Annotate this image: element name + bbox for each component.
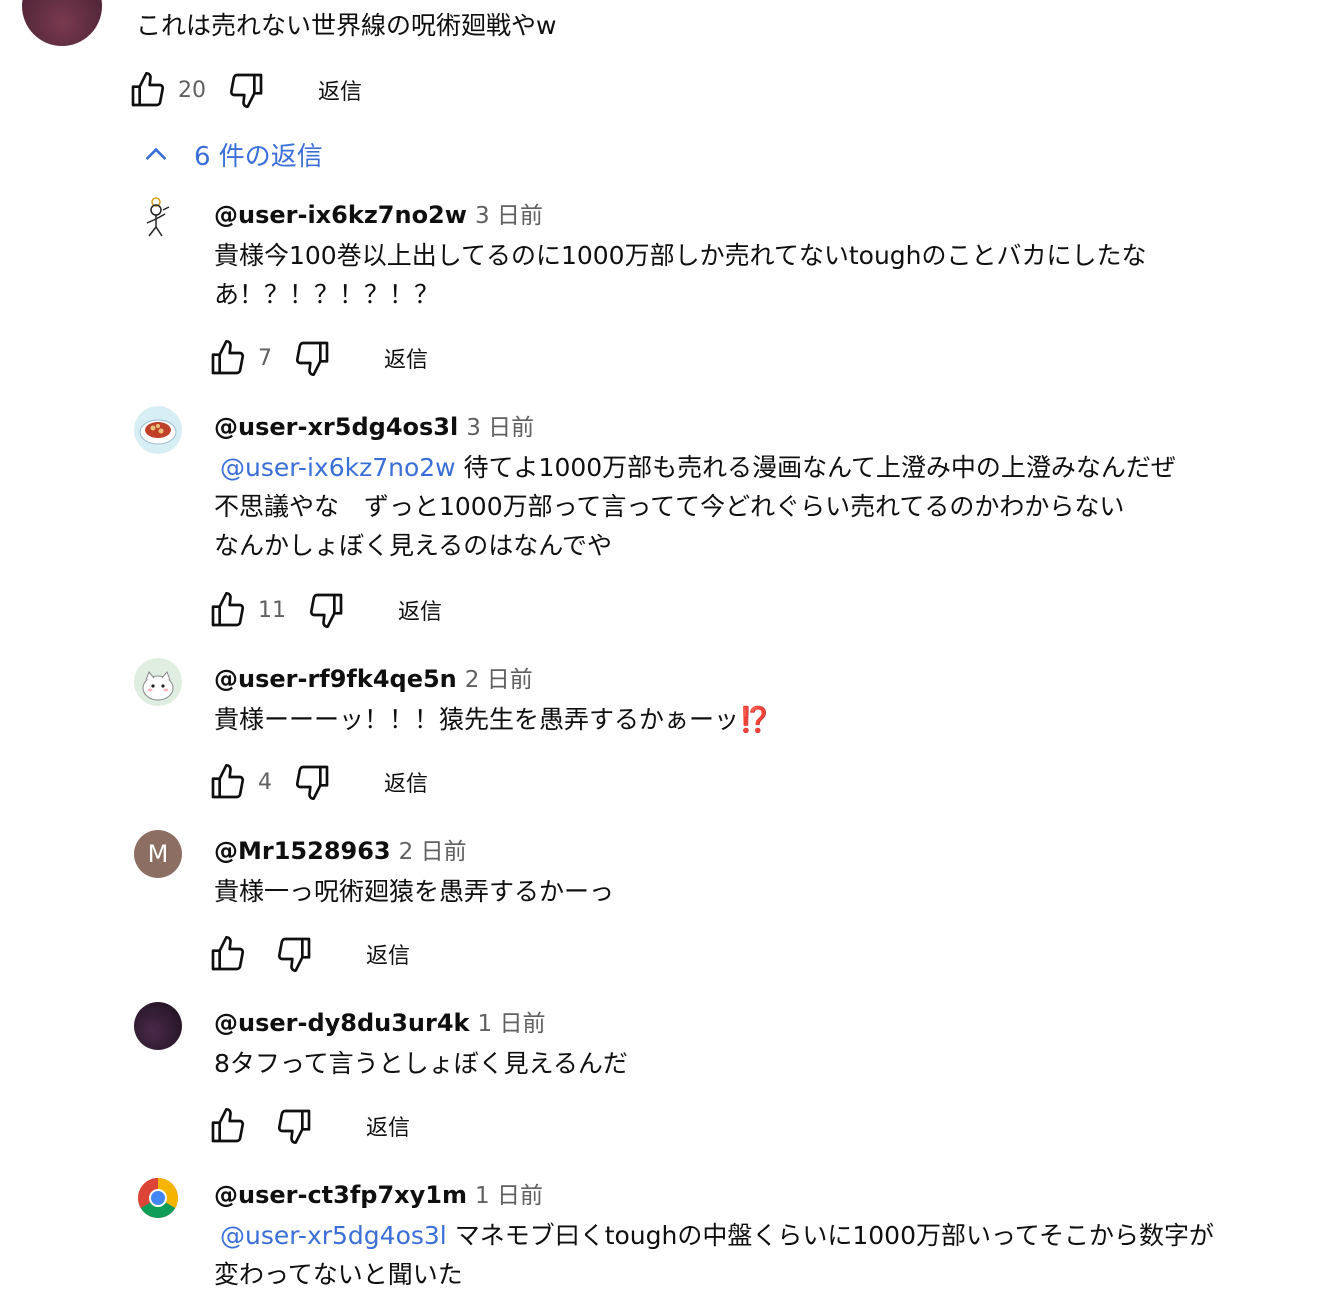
reply-avatar[interactable] xyxy=(134,658,182,706)
reply-avatar[interactable] xyxy=(134,192,182,240)
top-comment-text: これは売れない世界線の呪術廻戦やw xyxy=(136,11,557,40)
reply-time: 2 日前 xyxy=(398,839,467,865)
avatar-letter: M xyxy=(147,840,169,868)
thumbs-down-icon[interactable] xyxy=(274,1106,314,1146)
reply-avatar[interactable]: M xyxy=(134,830,182,878)
reply-button[interactable]: 返信 xyxy=(384,342,428,374)
thumbs-down-icon[interactable] xyxy=(292,762,332,802)
reply-button[interactable]: 返信 xyxy=(366,1110,410,1142)
top-comment-avatar[interactable] xyxy=(22,0,102,46)
reply-text: 貴様ーーーッ！！！猿先生を愚弄するかぁーッ⁉️ xyxy=(214,705,771,734)
reply-button[interactable]: 返信 xyxy=(398,594,442,626)
reply-time: 1 日前 xyxy=(477,1011,546,1037)
thumbs-up-icon[interactable] xyxy=(128,70,168,110)
replies-toggle[interactable]: 6 件の返信 xyxy=(140,136,323,173)
like-count: 4 xyxy=(258,769,272,795)
reply-handle[interactable]: @user-rf9fk4qe5n 2 日前 xyxy=(214,660,533,694)
thumbs-down-icon[interactable] xyxy=(292,338,332,378)
reply-actions: 返信 xyxy=(208,932,410,976)
reply-actions: 4 返信 xyxy=(208,760,428,804)
reply-button[interactable]: 返信 xyxy=(366,938,410,970)
reply-handle[interactable]: @Mr1528963 2 日前 xyxy=(214,832,467,866)
replies-toggle-label: 6 件の返信 xyxy=(194,142,323,172)
reply-handle[interactable]: @user-ix6kz7no2w 3 日前 xyxy=(214,196,543,230)
thumbs-up-icon[interactable] xyxy=(208,590,248,630)
reply-actions: 7 返信 xyxy=(208,336,428,380)
thumbs-down-icon[interactable] xyxy=(306,590,346,630)
reply-text: 8タフって言うとしょぼく見えるんだ xyxy=(214,1049,628,1078)
reply-avatar[interactable] xyxy=(134,1002,182,1050)
thumbs-up-icon[interactable] xyxy=(208,934,248,974)
reply-text: @user-xr5dg4os3l マネモブ曰くtoughの中盤くらいに1000万… xyxy=(214,1221,1214,1289)
reply-button[interactable]: 返信 xyxy=(384,766,428,798)
reply-text: @user-ix6kz7no2w 待てよ1000万部も売れる漫画なんて上澄み中の… xyxy=(214,453,1176,560)
like-count: 20 xyxy=(178,77,206,103)
reply-time: 2 日前 xyxy=(464,667,533,693)
like-count: 7 xyxy=(258,345,272,371)
reply-handle[interactable]: @user-ct3fp7xy1m 1 日前 xyxy=(214,1176,543,1210)
reply-actions: 11 返信 xyxy=(208,588,442,632)
thumbs-down-icon[interactable] xyxy=(226,70,266,110)
reply-time: 3 日前 xyxy=(466,415,535,441)
reply-button[interactable]: 返信 xyxy=(318,74,362,106)
reply-handle[interactable]: @user-dy8du3ur4k 1 日前 xyxy=(214,1004,545,1038)
chrome-icon xyxy=(138,1178,178,1218)
thumbs-down-icon[interactable] xyxy=(274,934,314,974)
top-comment-actions: 20 返信 xyxy=(128,68,362,112)
reply-handle[interactable]: @user-xr5dg4os3l 3 日前 xyxy=(214,408,534,442)
thumbs-up-icon[interactable] xyxy=(208,338,248,378)
mention-link[interactable]: @user-xr5dg4os3l xyxy=(220,1221,447,1250)
reply-avatar[interactable] xyxy=(134,406,182,454)
thumbs-up-icon[interactable] xyxy=(208,762,248,802)
mention-link[interactable]: @user-ix6kz7no2w xyxy=(220,453,456,482)
reply-time: 3 日前 xyxy=(474,203,543,229)
reply-avatar[interactable] xyxy=(134,1174,182,1222)
chevron-up-icon xyxy=(140,139,172,171)
thumbs-up-icon[interactable] xyxy=(208,1106,248,1146)
like-count: 11 xyxy=(258,597,286,623)
reply-actions: 返信 xyxy=(208,1104,410,1148)
reply-text: 貴様今100巻以上出してるのに1000万部しか売れてないtoughのことバカにし… xyxy=(214,241,1147,309)
reply-time: 1 日前 xyxy=(475,1183,543,1209)
reply-text: 貴様一っ呪術廻猿を愚弄するかーっ xyxy=(214,877,615,906)
